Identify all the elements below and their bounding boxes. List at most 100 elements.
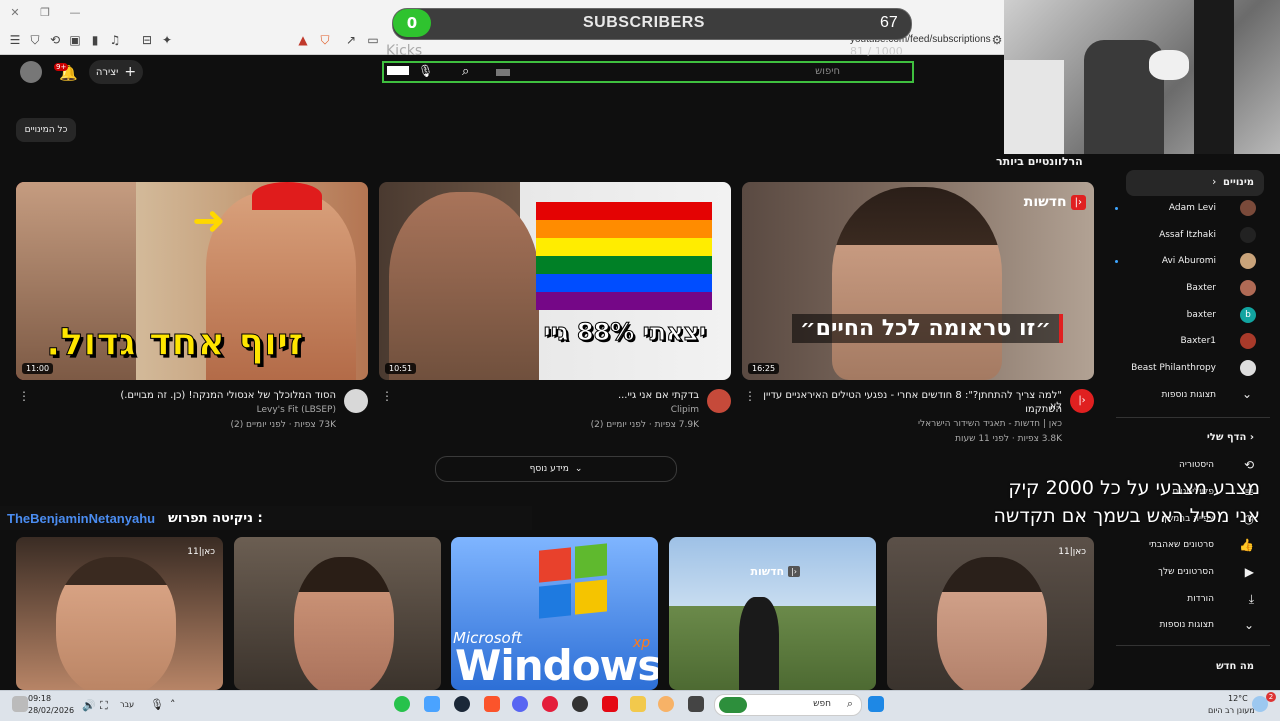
news-badge-label: חדשות (1023, 194, 1067, 210)
chip-all-subscriptions[interactable]: כל המינויים (16, 118, 76, 142)
channel-avatar (1240, 360, 1256, 376)
chatgpt-icon[interactable] (572, 696, 588, 712)
music-icon[interactable]: ♫ (108, 33, 122, 47)
weather-description[interactable]: מעונן רב היום (1208, 706, 1255, 715)
windows-logo-red (539, 547, 571, 583)
network-icon[interactable] (12, 696, 28, 712)
sidebar-item-assaf-itzhaki[interactable]: Assaf Itzhaki (1106, 224, 1256, 248)
microphone-icon[interactable]: 🎙 (418, 64, 433, 78)
video-thumbnail[interactable]: Microsoft Windows xp (451, 537, 658, 690)
sidebar-show-more[interactable]: תצוגות נוספות ⌄ (1106, 384, 1256, 408)
show-more-button[interactable]: מידע נוסף ⌄ (435, 456, 677, 482)
volume-icon[interactable]: 🔊 (82, 699, 96, 712)
weather-temp[interactable]: 12°C (1228, 694, 1248, 703)
app-icon[interactable] (658, 696, 674, 712)
avatar[interactable] (20, 61, 42, 83)
search-icon[interactable]: ⌕ (462, 64, 469, 79)
create-button[interactable]: יצירה + (89, 60, 143, 84)
close-window-icon[interactable]: ✕ (6, 4, 24, 22)
extension-icon[interactable]: ✦ (160, 33, 174, 47)
sidebar-item-label: Avi Aburomi (1161, 256, 1216, 266)
sidebar-item-beast-philanthropy[interactable]: Beast Philanthropy (1106, 357, 1256, 381)
sidebar-you-header[interactable]: הדף שלי › (1180, 432, 1254, 443)
warning-icon[interactable]: ▲ (296, 33, 310, 47)
sidebar-icon[interactable]: ▮ (88, 33, 102, 47)
channel-avatar[interactable]: |› (1070, 389, 1094, 413)
minimize-window-icon[interactable]: — (66, 4, 84, 22)
clock-time[interactable]: 09:18 (28, 694, 51, 703)
vpn-icon[interactable] (424, 696, 440, 712)
chevron-up-icon[interactable]: ˄ (170, 698, 176, 711)
video-title[interactable]: הסוד המלוכלך של אנסולי המנקה! (כן. זה מב… (40, 390, 336, 401)
video-duration: 16:25 (748, 363, 780, 374)
shield-icon[interactable]: ⛉ (28, 33, 42, 47)
chevron-down-icon: ⌄ (1243, 618, 1254, 632)
sidebar-item-baxter[interactable]: Baxter (1106, 277, 1256, 301)
restore-window-icon[interactable]: ❐ (36, 4, 54, 22)
windows-start-icon[interactable] (868, 696, 884, 712)
video-title[interactable]: בדקתי אם אני גיי... (400, 390, 699, 401)
video-thumbnail[interactable]: יצאתי 88% גיי 10:51 (379, 182, 731, 380)
language-indicator[interactable]: עבר (120, 700, 134, 709)
video-thumbnail[interactable]: כאן|11 (887, 537, 1094, 690)
more-options-icon[interactable]: ⋮ (381, 389, 393, 403)
sidebar-item-label: Adam Levi (1168, 203, 1216, 213)
channel-avatar[interactable] (707, 389, 731, 413)
cast-icon[interactable]: ▭ (366, 33, 380, 47)
tabs-icon[interactable]: ▣ (68, 33, 82, 47)
channel-avatar[interactable] (344, 389, 368, 413)
more-options-icon[interactable]: ⋮ (744, 389, 756, 403)
sidebar-item-label: Assaf Itzhaki (1159, 230, 1216, 240)
create-label: יצירה (95, 66, 119, 78)
brave-icon[interactable] (484, 696, 500, 712)
channel-name[interactable]: Clipim (400, 405, 699, 415)
person (739, 597, 779, 690)
video-thumbnail[interactable]: חדשות |› ״זו טראומה לכל החיים״ 16:25 (742, 182, 1094, 380)
sidebar-item-your-videos[interactable]: הסרטונים שלך ▶ (1104, 561, 1254, 585)
taskbar-search[interactable]: חפש ⌕ (714, 694, 862, 716)
sidebar-item-show-more[interactable]: תצוגות נוספות ⌄ (1104, 614, 1254, 638)
sidebar-item-baxter1[interactable]: Baxter1 (1106, 330, 1256, 354)
channel-name[interactable]: כאן | חדשות - תאגיד השידור הישראלי (760, 419, 1062, 429)
discord-icon[interactable] (512, 696, 528, 712)
menu-icon[interactable]: ☰ (8, 33, 22, 47)
sidebar-item-avi-aburomi[interactable]: Avi Aburomi (1106, 250, 1256, 274)
sidebar-item-adam-levi[interactable]: Adam Levi (1106, 197, 1256, 221)
channel-name[interactable]: Levy's Fit (LBSEP) (40, 405, 336, 415)
microphone-icon[interactable]: 🎙 (150, 698, 164, 711)
settings-icon[interactable]: ⚙ (990, 33, 1004, 47)
youtube-music-icon[interactable] (542, 696, 558, 712)
thumbnail-text-xp: xp (633, 635, 651, 651)
sidebar-item-downloads[interactable]: הורדות ⤓ (1104, 588, 1254, 612)
person (294, 557, 394, 690)
tab-icon[interactable]: ⊟ (140, 33, 154, 47)
clock-date[interactable]: 28/02/2026 (28, 706, 74, 715)
sidebar-subscriptions-header[interactable]: מינויים › (1126, 170, 1264, 196)
video-thumbnail[interactable]: כאן|11 (16, 537, 223, 690)
kan-logo-icon: |› (1070, 194, 1086, 210)
file-explorer-icon[interactable] (630, 696, 646, 712)
wifi-icon[interactable]: ⛶ (100, 699, 108, 713)
history-icon[interactable]: ⟲ (48, 33, 62, 47)
person (937, 557, 1047, 690)
more-options-icon[interactable]: ⋮ (18, 389, 30, 403)
video-title-line2[interactable]: השתקמו (760, 404, 1062, 415)
channel-avatar (1240, 200, 1256, 216)
goal-counter: 81 / 1000 (850, 45, 903, 58)
video-thumbnail[interactable] (234, 537, 441, 690)
steam-icon[interactable] (454, 696, 470, 712)
terminal-icon[interactable] (688, 696, 704, 712)
sidebar-item-baxter-lower[interactable]: baxter b (1106, 304, 1256, 328)
video-thumbnail[interactable]: חדשות |› (669, 537, 876, 690)
netflix-icon[interactable] (602, 696, 618, 712)
keyboard-icon[interactable] (496, 69, 510, 76)
whatsapp-icon[interactable] (394, 696, 410, 712)
video-meta: 3.8K צפיות · לפני 11 שעות (955, 434, 1062, 444)
sidebar-whats-new[interactable]: מה חדש (1180, 661, 1254, 672)
sidebar-divider (1116, 645, 1270, 646)
person (56, 557, 176, 690)
sidebar-item-liked-videos[interactable]: סרטונים שאהבתי 👍 (1104, 534, 1254, 558)
share-icon[interactable]: ↗ (344, 33, 358, 47)
video-thumbnail[interactable]: ➜ זיוף אחד גדול. 11:00 (16, 182, 368, 380)
brave-shield-icon[interactable]: ⛉ (318, 33, 332, 47)
